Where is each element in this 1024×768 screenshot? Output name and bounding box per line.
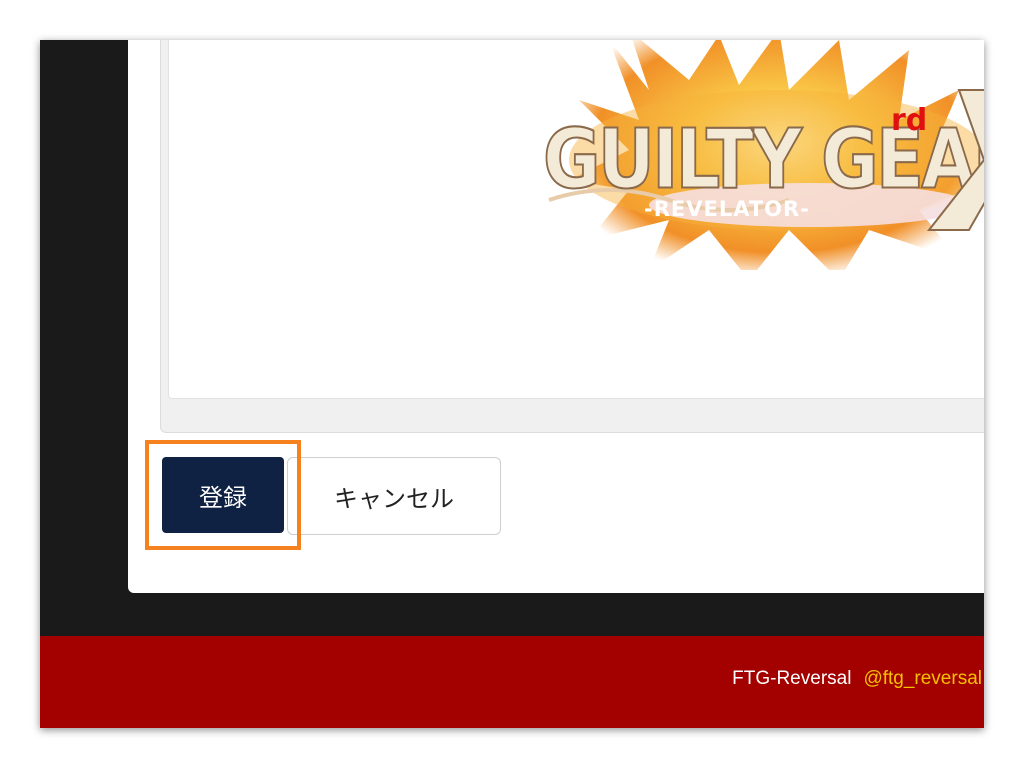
site-footer: FTG-Reversal @ftg_reversal bbox=[40, 636, 984, 728]
upload-panel: GUILTY GEAR rd -REVELATOR- 登録 キャンセル bbox=[128, 40, 984, 593]
footer-credits: FTG-Reversal @ftg_reversal bbox=[732, 668, 982, 690]
cancel-button[interactable]: キャンセル bbox=[287, 457, 501, 535]
footer-twitter-link[interactable]: @ftg_reversal bbox=[863, 668, 982, 689]
game-logo-image: GUILTY GEAR rd -REVELATOR- bbox=[489, 40, 984, 270]
app-frame: GUILTY GEAR rd -REVELATOR- 登録 キャンセル FTG-… bbox=[40, 40, 984, 728]
image-preview-box: GUILTY GEAR rd -REVELATOR- bbox=[160, 40, 984, 433]
image-preview-area: GUILTY GEAR rd -REVELATOR- bbox=[168, 40, 984, 399]
logo-subtitle: -REVELATOR- bbox=[644, 197, 810, 221]
logo-superscript: rd bbox=[891, 103, 927, 138]
register-button[interactable]: 登録 bbox=[162, 457, 284, 533]
footer-brand: FTG-Reversal bbox=[732, 668, 852, 689]
